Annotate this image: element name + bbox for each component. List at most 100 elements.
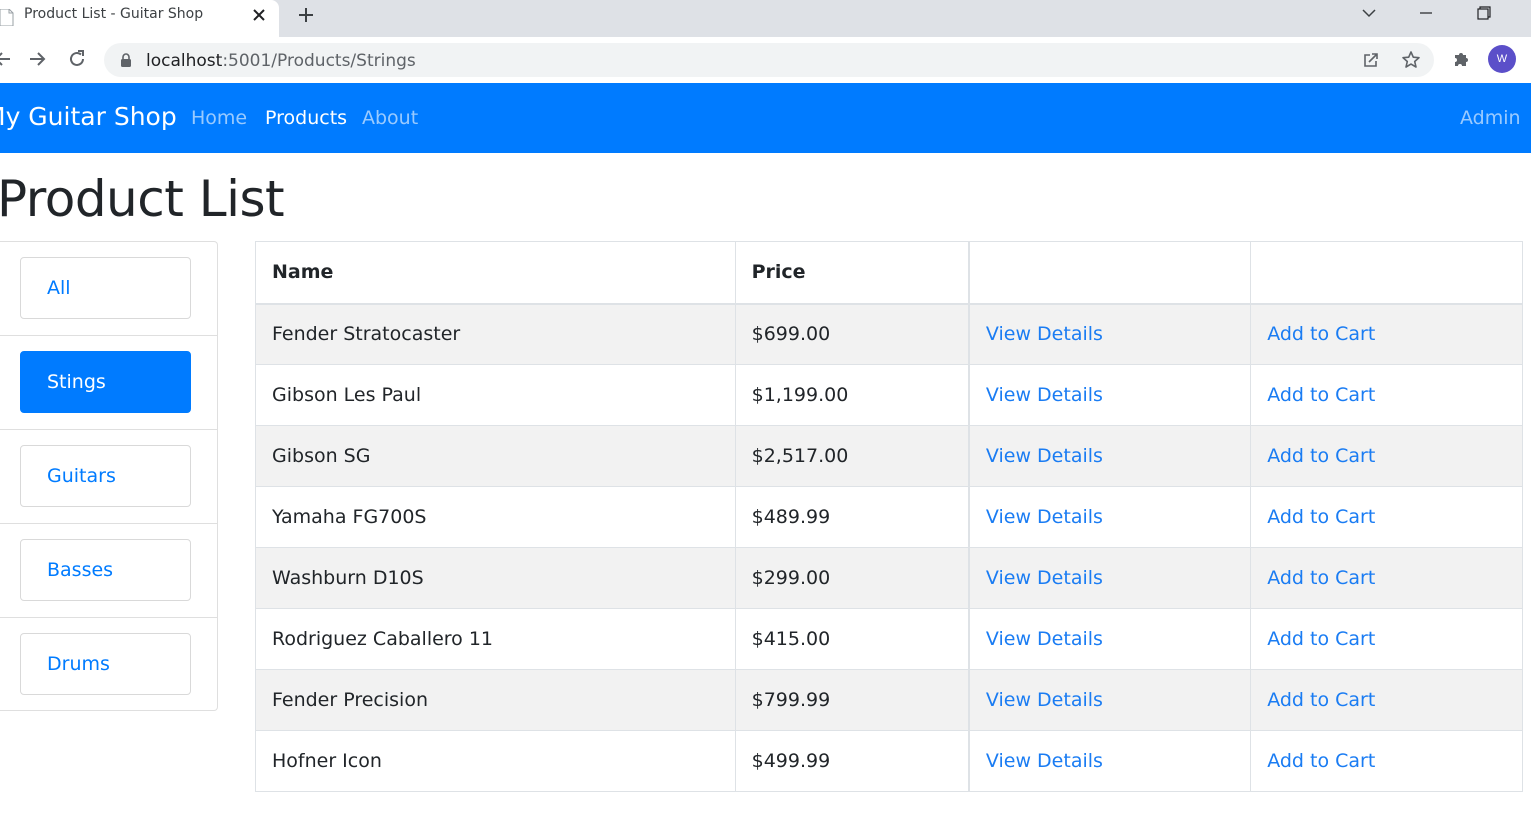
- details-cell: View Details: [967, 669, 1252, 731]
- product-price: $415.00: [734, 608, 970, 670]
- back-icon[interactable]: [0, 48, 14, 70]
- table-row: Rodriguez Caballero 11 $415.00 View Deta…: [255, 608, 1523, 670]
- table-row: Hofner Icon $499.99 View Details Add to …: [255, 730, 1523, 792]
- url-path: :5001/Products/Strings: [222, 51, 416, 71]
- cart-cell: Add to Cart: [1250, 486, 1523, 548]
- product-table: Name Price Fender Stratocaster $699.00 V…: [255, 241, 1523, 792]
- lock-icon[interactable]: [120, 53, 132, 67]
- view-details-link[interactable]: View Details: [986, 567, 1103, 589]
- minimize-icon[interactable]: [1414, 3, 1438, 23]
- product-name: Rodriguez Caballero 11: [255, 608, 736, 670]
- product-price: $2,517.00: [734, 425, 970, 487]
- browser-tab[interactable]: Product List - Guitar Shop: [0, 0, 279, 37]
- share-icon[interactable]: [1361, 50, 1381, 70]
- cart-cell: Add to Cart: [1250, 608, 1523, 670]
- column-header-details: [967, 241, 1252, 305]
- details-cell: View Details: [967, 425, 1252, 487]
- add-to-cart-link[interactable]: Add to Cart: [1267, 750, 1375, 772]
- restore-icon[interactable]: [1471, 3, 1495, 23]
- category-list-item: Guitars: [0, 430, 217, 524]
- details-cell: View Details: [967, 303, 1252, 365]
- category-button-strings[interactable]: Stings: [20, 351, 191, 413]
- category-button-all[interactable]: All: [20, 257, 191, 319]
- table-row: Fender Stratocaster $699.00 View Details…: [255, 303, 1523, 365]
- url-host: localhost: [146, 51, 223, 71]
- table-header-row: Name Price: [255, 241, 1523, 305]
- product-price: $489.99: [734, 486, 970, 548]
- cart-cell: Add to Cart: [1250, 303, 1523, 365]
- close-icon[interactable]: [250, 6, 268, 24]
- brand-link[interactable]: My Guitar Shop: [0, 102, 177, 131]
- view-details-link[interactable]: View Details: [986, 384, 1103, 406]
- category-list-item: All: [0, 242, 217, 336]
- category-list-item: Stings: [0, 336, 217, 430]
- category-button-drums[interactable]: Drums: [20, 633, 191, 695]
- details-cell: View Details: [967, 547, 1252, 609]
- add-to-cart-link[interactable]: Add to Cart: [1267, 384, 1375, 406]
- category-button-guitars[interactable]: Guitars: [20, 445, 191, 507]
- product-name: Washburn D10S: [255, 547, 736, 609]
- cart-cell: Add to Cart: [1250, 547, 1523, 609]
- table-row: Fender Precision $799.99 View Details Ad…: [255, 669, 1523, 731]
- view-details-link[interactable]: View Details: [986, 750, 1103, 772]
- nav-link-about[interactable]: About: [362, 107, 418, 129]
- category-list: All Stings Guitars Basses Drums: [0, 241, 218, 711]
- browser-toolbar: localhost:5001/Products/Strings W: [0, 37, 1531, 83]
- add-to-cart-link[interactable]: Add to Cart: [1267, 323, 1375, 345]
- tab-title: Product List - Guitar Shop: [24, 6, 204, 22]
- view-details-link[interactable]: View Details: [986, 628, 1103, 650]
- product-price: $1,199.00: [734, 364, 970, 426]
- cart-cell: Add to Cart: [1250, 730, 1523, 792]
- forward-icon[interactable]: [26, 48, 48, 70]
- browser-tab-strip: Product List - Guitar Shop: [0, 0, 1531, 37]
- column-header-name: Name: [255, 241, 736, 305]
- nav-link-products[interactable]: Products: [265, 107, 347, 129]
- add-to-cart-link[interactable]: Add to Cart: [1267, 506, 1375, 528]
- details-cell: View Details: [967, 730, 1252, 792]
- product-name: Yamaha FG700S: [255, 486, 736, 548]
- puzzle-icon[interactable]: [1452, 49, 1472, 69]
- product-price: $799.99: [734, 669, 970, 731]
- table-row: Washburn D10S $299.00 View Details Add t…: [255, 547, 1523, 609]
- column-header-price: Price: [734, 241, 970, 305]
- product-price: $699.00: [734, 303, 970, 365]
- address-bar[interactable]: localhost:5001/Products/Strings: [104, 43, 1434, 77]
- view-details-link[interactable]: View Details: [986, 445, 1103, 467]
- add-to-cart-link[interactable]: Add to Cart: [1267, 567, 1375, 589]
- cart-cell: Add to Cart: [1250, 669, 1523, 731]
- product-name: Gibson SG: [255, 425, 736, 487]
- plus-icon[interactable]: [296, 5, 316, 25]
- nav-link-home[interactable]: Home: [191, 107, 247, 129]
- nav-link-admin[interactable]: Admin: [1460, 107, 1521, 129]
- reload-icon[interactable]: [66, 48, 88, 70]
- table-row: Gibson Les Paul $1,199.00 View Details A…: [255, 364, 1523, 426]
- product-name: Hofner Icon: [255, 730, 736, 792]
- product-name: Fender Stratocaster: [255, 303, 736, 365]
- site-navbar: My Guitar Shop Home Products About Admin: [0, 83, 1531, 153]
- view-details-link[interactable]: View Details: [986, 506, 1103, 528]
- chevron-down-icon[interactable]: [1357, 3, 1381, 23]
- view-details-link[interactable]: View Details: [986, 323, 1103, 345]
- star-icon[interactable]: [1401, 50, 1421, 70]
- add-to-cart-link[interactable]: Add to Cart: [1267, 689, 1375, 711]
- view-details-link[interactable]: View Details: [986, 689, 1103, 711]
- cart-cell: Add to Cart: [1250, 425, 1523, 487]
- product-name: Gibson Les Paul: [255, 364, 736, 426]
- details-cell: View Details: [967, 486, 1252, 548]
- product-name: Fender Precision: [255, 669, 736, 731]
- details-cell: View Details: [967, 608, 1252, 670]
- url-text: localhost:5001/Products/Strings: [146, 51, 416, 71]
- add-to-cart-link[interactable]: Add to Cart: [1267, 445, 1375, 467]
- category-button-basses[interactable]: Basses: [20, 539, 191, 601]
- page-icon: [0, 9, 14, 26]
- category-list-item: Basses: [0, 524, 217, 618]
- table-row: Yamaha FG700S $489.99 View Details Add t…: [255, 486, 1523, 548]
- cart-cell: Add to Cart: [1250, 364, 1523, 426]
- product-price: $299.00: [734, 547, 970, 609]
- page-title: Product List: [0, 170, 285, 228]
- profile-avatar[interactable]: W: [1488, 45, 1516, 73]
- column-header-cart: [1250, 241, 1523, 305]
- add-to-cart-link[interactable]: Add to Cart: [1267, 628, 1375, 650]
- product-price: $499.99: [734, 730, 970, 792]
- category-list-item: Drums: [0, 618, 217, 712]
